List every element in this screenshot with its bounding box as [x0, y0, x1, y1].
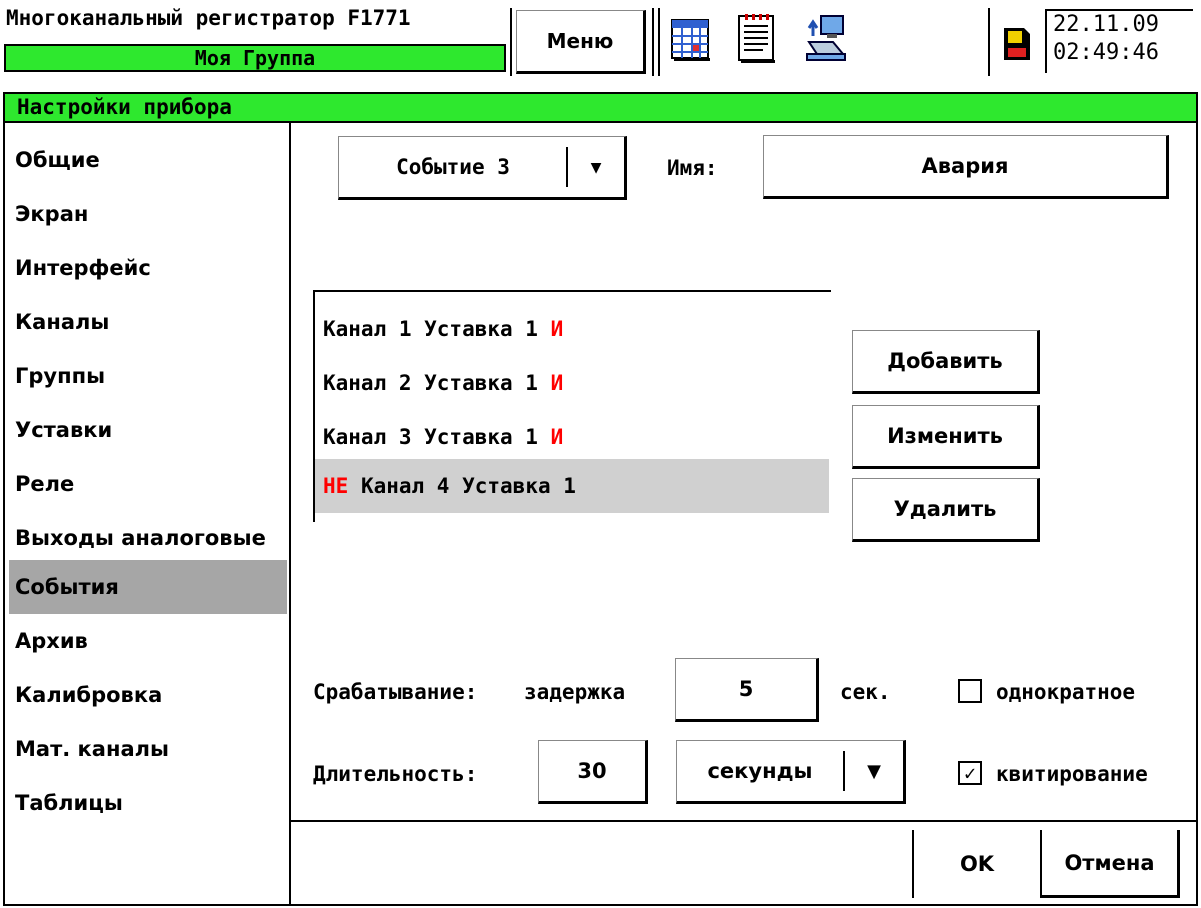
- event-name-field[interactable]: Авария: [763, 135, 1169, 199]
- sidebar-item-events[interactable]: События: [9, 560, 287, 614]
- settings-sidebar: Общие Экран Интерфейс Каналы Группы Уста…: [3, 123, 291, 906]
- cancel-button[interactable]: Отмена: [1040, 830, 1180, 898]
- header-divider: [510, 8, 512, 76]
- trigger-label: Срабатывание:: [313, 680, 478, 704]
- duration-input[interactable]: 30: [538, 740, 648, 804]
- once-label: однократное: [996, 680, 1136, 704]
- dropdown-arrow-icon: ▼: [867, 760, 881, 782]
- edit-condition-button[interactable]: Изменить: [852, 405, 1040, 469]
- sidebar-item-archive[interactable]: Архив: [9, 614, 287, 668]
- checkmark-icon: ✓: [963, 761, 977, 785]
- list-item-selected[interactable]: НЕ Канал 4 Уставка 1: [315, 459, 829, 513]
- sidebar-item-tables[interactable]: Таблицы: [9, 776, 287, 830]
- dropdown-arrow-icon: ▼: [590, 156, 602, 178]
- delay-label: задержка: [524, 680, 626, 704]
- condition-suffix: И: [550, 317, 564, 341]
- group-name-bar[interactable]: Моя Группа: [4, 44, 506, 72]
- list-item[interactable]: Канал 2 Уставка 1 И: [315, 356, 829, 410]
- sidebar-item-screen[interactable]: Экран: [9, 187, 287, 241]
- sidebar-item-analog-outputs[interactable]: Выходы аналоговые: [9, 511, 287, 565]
- once-checkbox[interactable]: [958, 679, 982, 703]
- panel-title: Настройки прибора: [3, 92, 1198, 123]
- condition-text: Канал 3 Уставка 1: [323, 425, 538, 449]
- name-label: Имя:: [667, 156, 718, 180]
- date-text: 22.11.09: [1053, 12, 1159, 37]
- event-select-value: Событие 3: [396, 155, 510, 179]
- sidebar-item-channels[interactable]: Каналы: [9, 295, 287, 349]
- header-divider: [658, 8, 660, 76]
- network-icon[interactable]: [803, 12, 849, 66]
- condition-suffix: И: [550, 371, 564, 395]
- footer-divider: [291, 820, 1198, 822]
- condition-text: Канал 2 Уставка 1: [323, 371, 538, 395]
- sidebar-item-setpoints[interactable]: Уставки: [9, 403, 287, 457]
- time-text: 02:49:46: [1053, 40, 1159, 65]
- delay-unit: сек.: [840, 680, 891, 704]
- conditions-list[interactable]: Канал 1 Уставка 1 И Канал 2 Уставка 1 И …: [313, 290, 831, 522]
- storage-card-icon: [1002, 26, 1032, 62]
- delay-input[interactable]: 5: [675, 658, 819, 722]
- sidebar-item-math-channels[interactable]: Мат. каналы: [9, 722, 287, 776]
- condition-prefix: НЕ: [323, 474, 349, 498]
- list-item[interactable]: Канал 1 Уставка 1 И: [315, 302, 829, 356]
- condition-suffix: И: [550, 425, 564, 449]
- select-separator: [566, 147, 568, 187]
- sidebar-item-general[interactable]: Общие: [9, 133, 287, 187]
- ok-button[interactable]: OK: [912, 830, 1040, 898]
- sidebar-item-groups[interactable]: Группы: [9, 349, 287, 403]
- condition-text: Канал 1 Уставка 1: [323, 317, 538, 341]
- select-separator: [843, 751, 845, 791]
- menu-button[interactable]: Меню: [516, 10, 646, 74]
- add-condition-button[interactable]: Добавить: [852, 330, 1040, 394]
- list-item[interactable]: Канал 3 Уставка 1 И: [315, 410, 829, 464]
- sidebar-item-calibration[interactable]: Калибровка: [9, 668, 287, 722]
- sidebar-item-interface[interactable]: Интерфейс: [9, 241, 287, 295]
- ack-checkbox[interactable]: ✓: [958, 761, 982, 785]
- delete-condition-button[interactable]: Удалить: [852, 478, 1040, 542]
- duration-unit-value: секунды: [707, 759, 813, 783]
- datetime-display: 22.11.09 02:49:46: [1045, 9, 1193, 73]
- sidebar-item-relays[interactable]: Реле: [9, 457, 287, 511]
- header-divider: [988, 8, 990, 76]
- event-select[interactable]: Событие 3 ▼: [338, 136, 627, 200]
- table-icon[interactable]: [668, 12, 714, 66]
- ack-label: квитирование: [996, 762, 1148, 786]
- duration-unit-select[interactable]: секунды ▼: [676, 740, 906, 804]
- report-icon[interactable]: [733, 12, 779, 66]
- condition-text: Канал 4 Уставка 1: [360, 474, 576, 498]
- duration-label: Длительность:: [313, 762, 478, 786]
- device-title: Многоканальный регистратор F1771: [6, 6, 411, 30]
- header-divider: [652, 8, 654, 76]
